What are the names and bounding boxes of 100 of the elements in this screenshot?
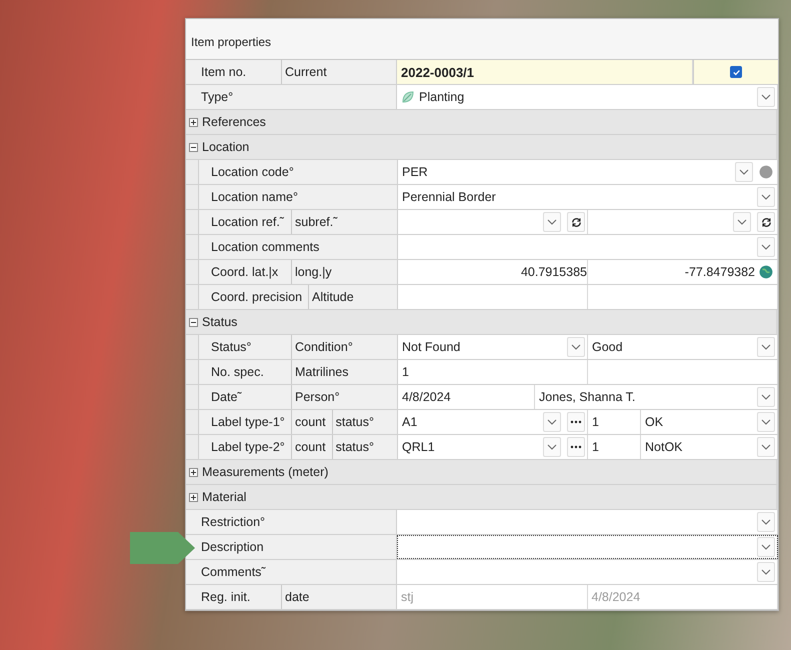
dropdown-button[interactable] [757,437,775,457]
text-field[interactable]: 1 [398,360,588,384]
combo-field[interactable]: QRL1 [398,435,588,459]
text-field[interactable]: 1 [588,410,641,434]
field-label: Status° [211,339,252,356]
chevron-down-icon [761,569,771,575]
ellipsis-icon [570,445,582,449]
group-header[interactable]: References [186,110,778,135]
chevron-down-icon [761,344,771,350]
chevron-down-icon [739,169,749,175]
combo-field[interactable] [397,510,778,534]
field-label: Description [201,539,265,556]
chevron-down-icon [571,344,581,350]
collapse-icon[interactable] [189,142,198,152]
group-header[interactable]: Measurements (meter) [186,460,778,485]
checkbox[interactable] [730,66,742,78]
combo-field[interactable] [397,560,778,584]
field-label: Date˜ [211,389,243,406]
dropdown-button[interactable] [543,412,561,432]
chevron-down-icon [761,544,771,550]
dropdown-button[interactable] [757,187,775,207]
dropdown-button[interactable] [757,512,775,532]
dropdown-button[interactable] [733,212,751,232]
combo-field[interactable]: Jones, Shanna T. [535,385,778,409]
field-label: Reg. init. [201,589,252,606]
dropdown-button[interactable] [543,212,561,232]
field-label: status° [332,435,397,459]
text-field[interactable] [588,360,778,384]
group-header[interactable]: Location [186,135,778,160]
chevron-down-icon [547,444,557,450]
field-label: Matrilines [291,360,397,384]
text-field[interactable] [588,285,778,309]
dropdown-button[interactable] [757,87,775,107]
dropdown-button[interactable] [757,562,775,582]
group-header[interactable]: Material [186,485,778,510]
refresh-button[interactable] [757,212,775,232]
group-header[interactable]: Status [186,310,778,335]
field-label: Label type-1° [211,414,286,431]
text-field[interactable]: -77.8479382 [588,260,778,284]
chevron-down-icon [547,219,557,225]
text-field[interactable]: 2022-0003/1 [397,60,693,84]
chevron-down-icon [761,444,771,450]
field-label: status° [332,410,397,434]
combo-field[interactable] [398,235,778,259]
field-label: Coord. lat.|x [211,264,280,281]
dot-icon[interactable] [759,165,773,179]
chevron-down-icon [761,194,771,200]
field-label: Item no. [201,64,248,81]
dropdown-button[interactable] [543,437,561,457]
field-label: Altitude [308,285,397,309]
check-icon [732,68,740,76]
dropdown-button[interactable] [757,237,775,257]
combo-field[interactable]: PER [398,160,778,184]
field-label: Location code° [211,164,295,181]
field-label: Current [281,60,396,84]
dropdown-button[interactable] [757,412,775,432]
combo-field[interactable]: Planting [397,85,778,109]
dropdown-button[interactable] [757,337,775,357]
chevron-down-icon [547,419,557,425]
chevron-down-icon [761,519,771,525]
field-label: count [291,435,332,459]
collapse-icon[interactable] [189,318,198,326]
globe-icon[interactable] [759,265,773,279]
refresh-button[interactable] [567,212,585,232]
text-field[interactable]: 1 [588,435,641,459]
chevron-down-icon [761,94,771,100]
dropdown-button[interactable] [757,387,775,407]
dropdown-button[interactable] [735,162,753,182]
field-label: Label type-2° [211,439,286,456]
ellipsis-button[interactable] [567,437,585,457]
text-field[interactable] [398,285,588,309]
field-label: count [291,410,332,434]
field-label: No. spec. [211,364,265,381]
dropdown-button[interactable] [757,537,775,557]
leaf-icon [401,90,415,104]
expand-icon[interactable] [189,118,198,126]
combo-field[interactable] [397,535,778,559]
combo-field[interactable]: OK [641,410,778,434]
chevron-down-icon [761,394,771,400]
field-label: Location ref.˜ [211,214,285,231]
combo-field[interactable]: Not Found [398,335,588,359]
field-label: Comments˜ [201,564,267,581]
field-label: date [281,585,396,609]
ellipsis-icon [570,420,582,424]
combo-field[interactable] [588,210,778,234]
field-label: Location name° [211,189,299,206]
ellipsis-button[interactable] [567,412,585,432]
combo-field[interactable]: Perennial Border [398,185,778,209]
combo-field[interactable]: NotOK [641,435,778,459]
chevron-down-icon [761,419,771,425]
combo-field[interactable]: A1 [398,410,588,434]
combo-field[interactable]: Good [588,335,778,359]
expand-icon[interactable] [189,468,198,476]
panel-title: Item properties [186,19,778,60]
field-label: Person° [291,385,397,409]
dropdown-button[interactable] [567,337,585,357]
text-field[interactable]: 4/8/2024 [398,385,535,409]
combo-field[interactable] [398,210,588,234]
expand-icon[interactable] [189,492,198,502]
text-field[interactable]: 40.7915385 [398,260,588,284]
